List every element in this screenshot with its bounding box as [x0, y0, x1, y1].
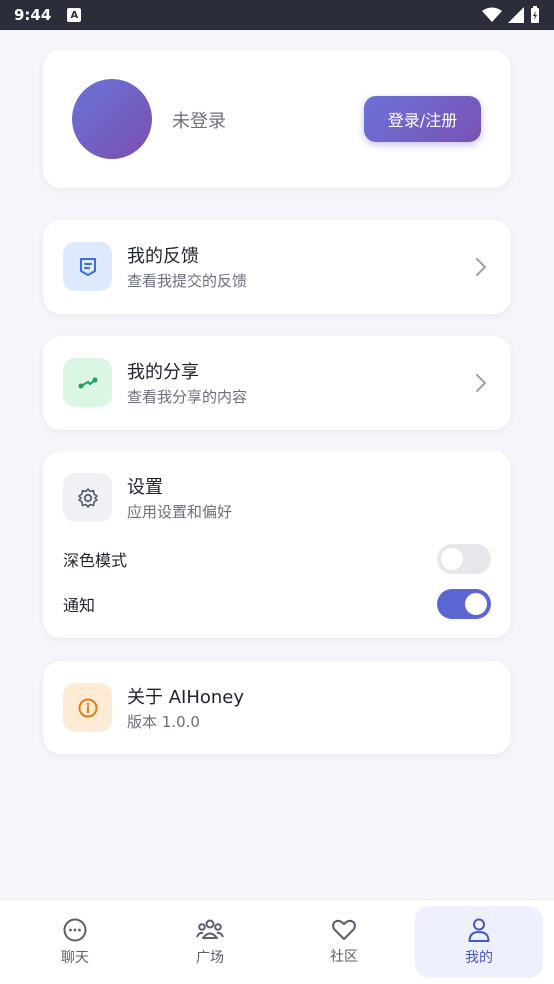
notification-icon: A — [67, 8, 82, 22]
chevron-right-icon — [476, 258, 487, 276]
nav-label: 聊天 — [61, 950, 89, 966]
avatar[interactable] — [72, 79, 152, 159]
nav-item-mine[interactable]: 我的 — [415, 906, 543, 978]
user-icon — [468, 918, 490, 942]
nav-label: 我的 — [465, 950, 493, 966]
signal-icon — [508, 7, 524, 23]
chevron-right-icon — [476, 374, 487, 392]
notifications-toggle[interactable] — [437, 589, 491, 619]
status-time: 9:44 — [14, 6, 52, 24]
menu-item-title: 我的反馈 — [127, 246, 199, 267]
dark-mode-toggle[interactable] — [437, 544, 491, 574]
menu-item-share[interactable]: 我的分享 查看我分享的内容 — [43, 336, 511, 430]
info-icon — [63, 683, 112, 732]
wifi-icon — [482, 7, 502, 22]
notifications-label: 通知 — [63, 596, 96, 615]
notifications-row: 通知 — [63, 588, 491, 620]
share-icon — [63, 358, 112, 407]
bottom-nav: 聊天 广场 社区 我的 — [0, 899, 554, 984]
profile-card: 未登录 登录/注册 — [43, 50, 511, 188]
menu-item-feedback[interactable]: 我的反馈 查看我提交的反馈 — [43, 220, 511, 314]
heart-icon — [332, 919, 356, 940]
group-icon — [196, 919, 224, 939]
nav-item-square[interactable]: 广场 — [146, 906, 274, 978]
status-icons — [482, 6, 540, 24]
about-title: 关于 AIHoney — [127, 687, 245, 708]
nav-label: 广场 — [196, 950, 224, 966]
gear-icon — [63, 473, 112, 522]
nav-item-chat[interactable]: 聊天 — [11, 906, 139, 978]
toggle-knob — [441, 548, 463, 570]
status-bar: 9:44 A — [0, 0, 554, 30]
feedback-icon — [63, 242, 112, 291]
settings-title: 设置 — [127, 477, 163, 498]
menu-item-subtitle: 查看我分享的内容 — [127, 388, 248, 406]
dark-mode-row: 深色模式 — [63, 543, 491, 575]
menu-item-title: 我的分享 — [127, 362, 199, 383]
settings-card: 设置 应用设置和偏好 深色模式 通知 — [43, 451, 511, 638]
nav-label: 社区 — [330, 949, 358, 965]
toggle-knob — [465, 593, 487, 615]
dark-mode-label: 深色模式 — [63, 551, 128, 570]
nav-item-community[interactable]: 社区 — [280, 906, 408, 978]
settings-subtitle: 应用设置和偏好 — [127, 503, 233, 521]
about-version: 版本 1.0.0 — [127, 713, 200, 731]
about-card[interactable]: 关于 AIHoney 版本 1.0.0 — [43, 661, 511, 754]
battery-icon — [531, 6, 539, 23]
login-register-button[interactable]: 登录/注册 — [364, 96, 481, 142]
chat-icon — [63, 918, 87, 942]
login-status: 未登录 — [172, 111, 226, 132]
menu-item-subtitle: 查看我提交的反馈 — [127, 272, 248, 290]
